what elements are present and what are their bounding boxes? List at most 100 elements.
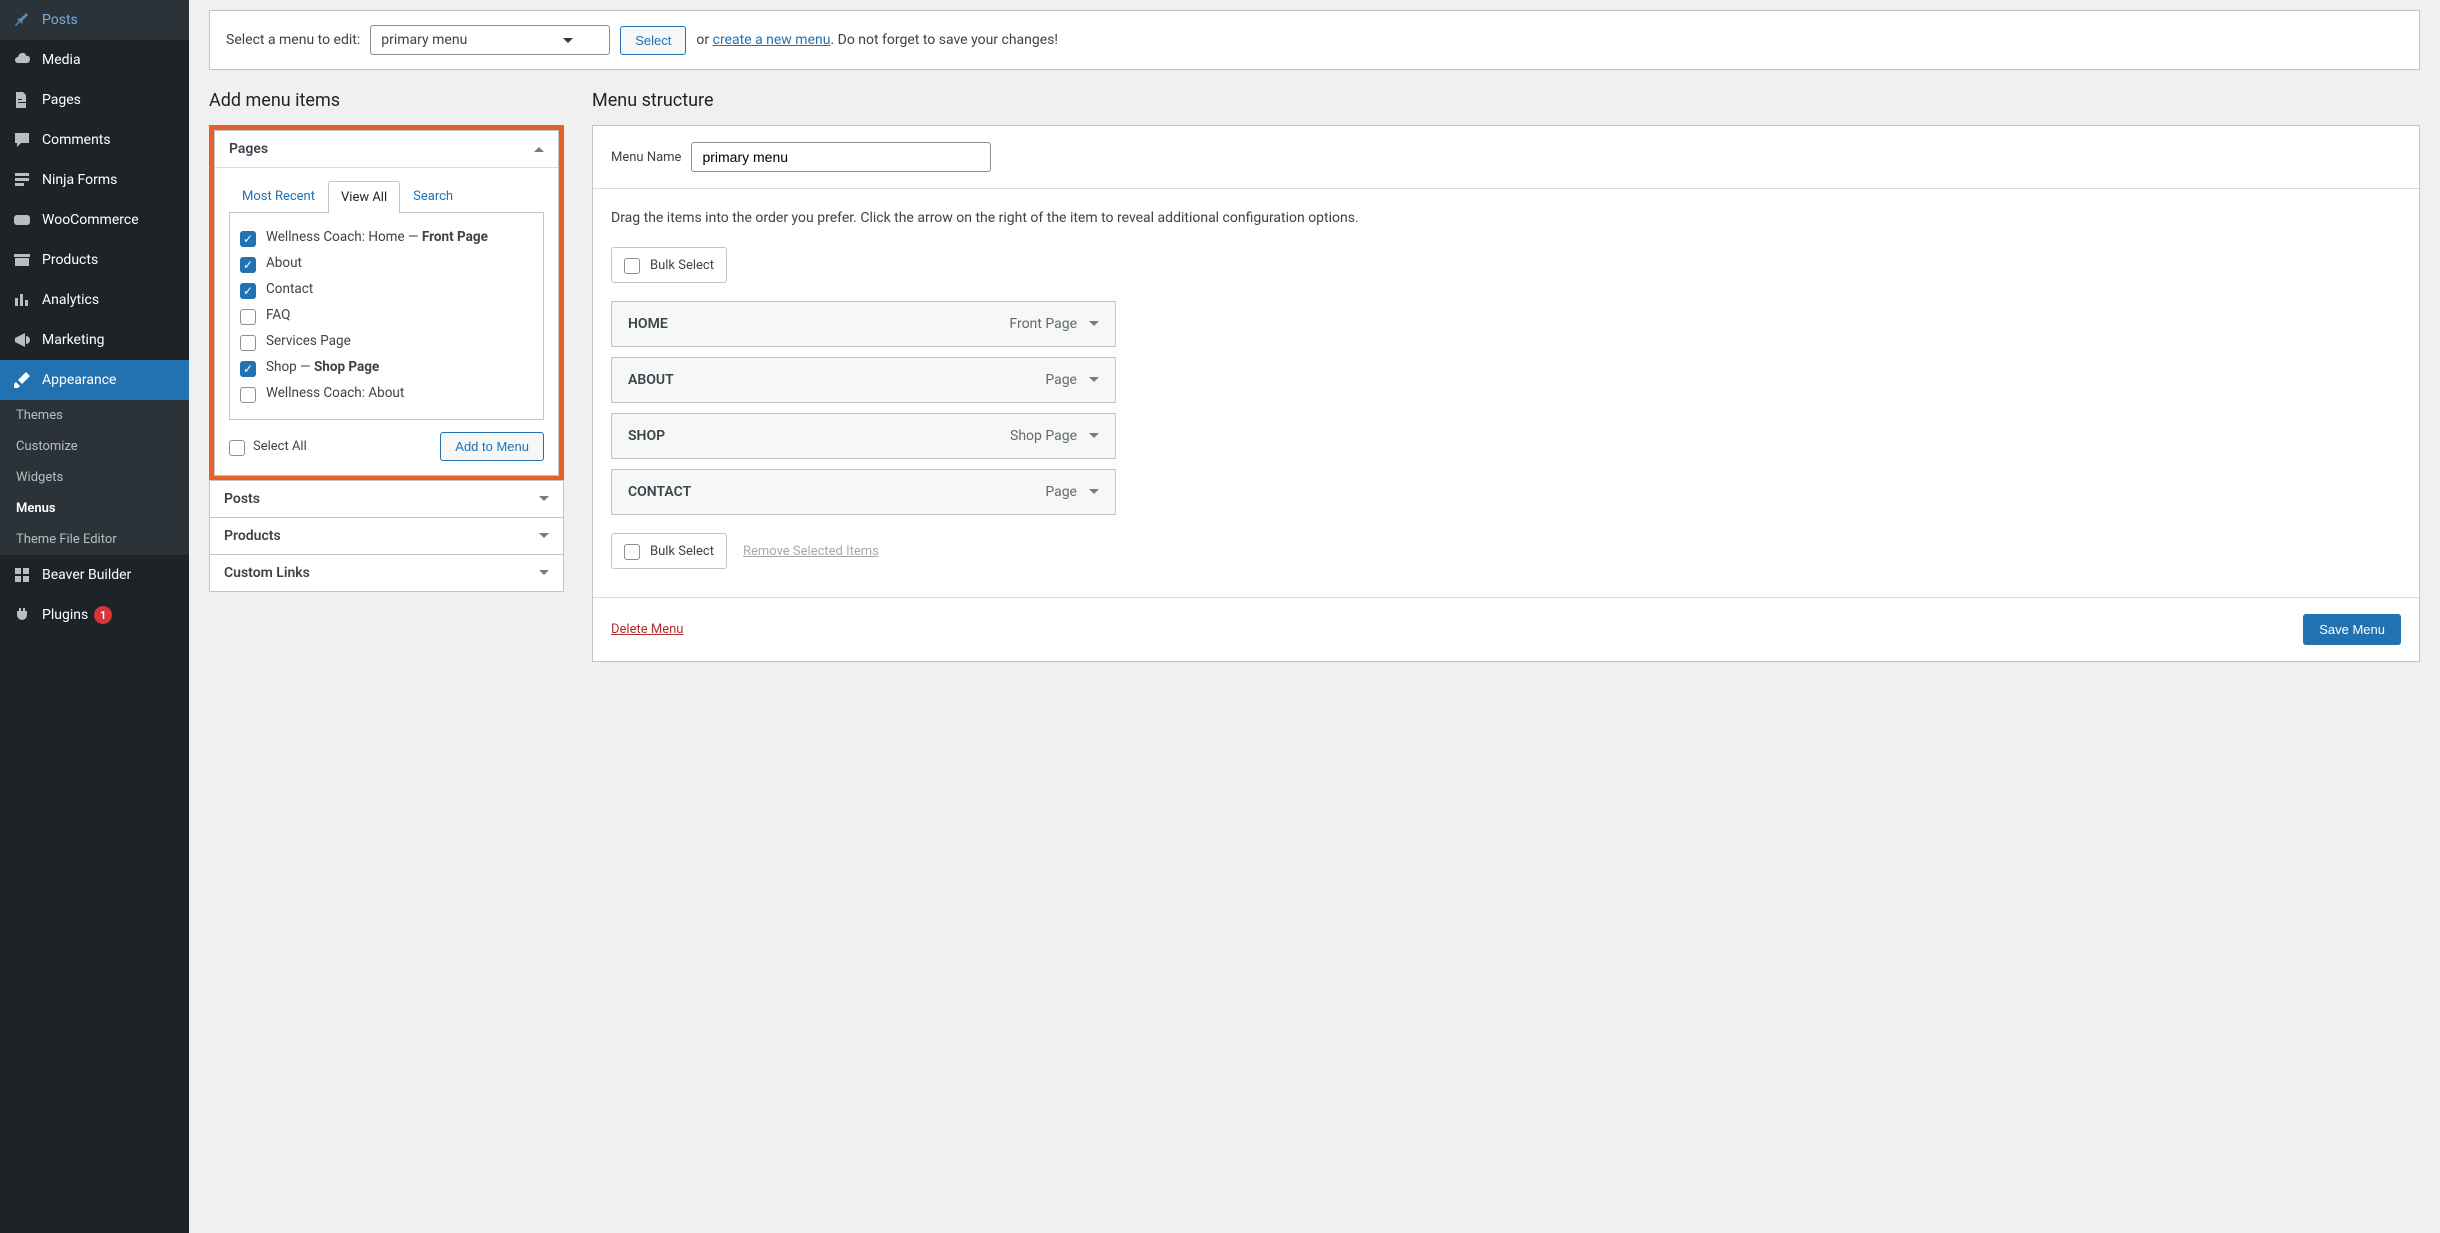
sidebar-item-label: Marketing bbox=[42, 332, 105, 348]
analytics-icon bbox=[12, 290, 32, 310]
sidebar-item-label: Analytics bbox=[42, 292, 99, 308]
pages-accordion-header[interactable]: Pages bbox=[215, 131, 558, 167]
chevron-down-icon[interactable] bbox=[1089, 377, 1099, 387]
page-checkbox[interactable] bbox=[240, 335, 256, 351]
plug-icon bbox=[12, 605, 32, 625]
submenu-menus[interactable]: Menus bbox=[0, 493, 189, 524]
menu-item[interactable]: ABOUT Page bbox=[611, 357, 1116, 403]
select-all-checkbox[interactable] bbox=[229, 440, 245, 456]
posts-accordion-header[interactable]: Posts bbox=[210, 481, 563, 517]
chevron-down-icon[interactable] bbox=[1089, 433, 1099, 443]
sidebar-item-label: Products bbox=[42, 252, 98, 268]
create-new-menu-link[interactable]: create a new menu bbox=[713, 32, 831, 48]
menu-item-type: Page bbox=[1045, 372, 1077, 388]
submenu-theme-file-editor[interactable]: Theme File Editor bbox=[0, 524, 189, 555]
products-accordion-header[interactable]: Products bbox=[210, 518, 563, 554]
menu-item-type: Shop Page bbox=[1010, 428, 1077, 444]
menu-item-title: SHOP bbox=[628, 428, 665, 444]
save-menu-button[interactable]: Save Menu bbox=[2303, 614, 2401, 645]
chevron-down-icon bbox=[539, 570, 549, 580]
chevron-down-icon[interactable] bbox=[1089, 489, 1099, 499]
sidebar-item-label: Plugins bbox=[42, 607, 88, 623]
select-menu-label: Select a menu to edit: bbox=[226, 32, 360, 48]
page-label: Wellness Coach: Home — Front Page bbox=[266, 229, 533, 245]
custom-links-accordion-header[interactable]: Custom Links bbox=[210, 555, 563, 591]
comments-icon bbox=[12, 130, 32, 150]
sidebar-item-label: Pages bbox=[42, 92, 81, 108]
tab-most-recent[interactable]: Most Recent bbox=[229, 180, 328, 212]
sidebar-item-label: Appearance bbox=[42, 372, 116, 388]
menu-name-input[interactable] bbox=[691, 142, 991, 172]
sidebar-item-posts[interactable]: Posts bbox=[0, 0, 189, 40]
page-item: FAQ bbox=[240, 303, 533, 329]
chevron-down-icon[interactable] bbox=[1089, 321, 1099, 331]
menu-item[interactable]: SHOP Shop Page bbox=[611, 413, 1116, 459]
page-label: Services Page bbox=[266, 333, 533, 349]
tab-view-all[interactable]: View All bbox=[328, 181, 400, 213]
add-menu-items-title: Add menu items bbox=[209, 90, 564, 111]
add-menu-items-column: Add menu items Pages Most Recent View Al… bbox=[209, 90, 564, 591]
submenu-customize[interactable]: Customize bbox=[0, 431, 189, 462]
woo-icon bbox=[12, 210, 32, 230]
grid-icon bbox=[12, 565, 32, 585]
bulk-select-checkbox[interactable] bbox=[624, 544, 640, 560]
sidebar-item-products[interactable]: Products bbox=[0, 240, 189, 280]
page-label: Wellness Coach: About bbox=[266, 385, 533, 401]
sidebar-item-media[interactable]: Media bbox=[0, 40, 189, 80]
megaphone-icon bbox=[12, 330, 32, 350]
bulk-select-checkbox[interactable] bbox=[624, 258, 640, 274]
pages-icon bbox=[12, 90, 32, 110]
media-icon bbox=[12, 50, 32, 70]
page-checkbox[interactable] bbox=[240, 309, 256, 325]
menu-select-dropdown[interactable]: primary menu bbox=[370, 25, 610, 55]
page-checkbox[interactable] bbox=[240, 361, 256, 377]
sidebar-item-label: Media bbox=[42, 52, 81, 68]
remove-selected-link: Remove Selected Items bbox=[743, 544, 879, 559]
menu-select-bar: Select a menu to edit: primary menu Sele… bbox=[209, 10, 2420, 70]
menu-items-list: HOME Front Page ABOUT Page bbox=[611, 301, 1116, 515]
page-checkbox[interactable] bbox=[240, 387, 256, 403]
sidebar-item-analytics[interactable]: Analytics bbox=[0, 280, 189, 320]
sidebar-item-ninja-forms[interactable]: Ninja Forms bbox=[0, 160, 189, 200]
page-label: Contact bbox=[266, 281, 533, 297]
menu-item[interactable]: CONTACT Page bbox=[611, 469, 1116, 515]
sidebar-item-woocommerce[interactable]: WooCommerce bbox=[0, 200, 189, 240]
sidebar-item-marketing[interactable]: Marketing bbox=[0, 320, 189, 360]
dropdown-value: primary menu bbox=[381, 32, 467, 48]
page-checkbox[interactable] bbox=[240, 257, 256, 273]
pages-accordion: Pages Most Recent View All Search bbox=[214, 130, 559, 476]
bulk-select-top[interactable]: Bulk Select bbox=[611, 247, 727, 283]
page-label: About bbox=[266, 255, 533, 271]
menu-editor-box: Menu Name Drag the items into the order … bbox=[592, 125, 2420, 662]
menu-name-row: Menu Name bbox=[593, 126, 2419, 189]
page-checkbox[interactable] bbox=[240, 231, 256, 247]
tab-search[interactable]: Search bbox=[400, 180, 466, 212]
page-checkbox[interactable] bbox=[240, 283, 256, 299]
sidebar-item-appearance[interactable]: Appearance bbox=[0, 360, 189, 400]
add-to-menu-button[interactable]: Add to Menu bbox=[440, 432, 544, 461]
sidebar-item-pages[interactable]: Pages bbox=[0, 80, 189, 120]
select-button[interactable]: Select bbox=[620, 26, 686, 55]
menu-item[interactable]: HOME Front Page bbox=[611, 301, 1116, 347]
sidebar-item-beaver-builder[interactable]: Beaver Builder bbox=[0, 555, 189, 595]
page-item: About bbox=[240, 251, 533, 277]
select-all-row[interactable]: Select All bbox=[229, 438, 307, 456]
page-label: Shop — Shop Page bbox=[266, 359, 533, 375]
menu-item-type: Page bbox=[1045, 484, 1077, 500]
appearance-submenu: Themes Customize Widgets Menus Theme Fil… bbox=[0, 400, 189, 555]
page-item: Services Page bbox=[240, 329, 533, 355]
sidebar-item-plugins[interactable]: Plugins 1 bbox=[0, 595, 189, 635]
sidebar-item-label: WooCommerce bbox=[42, 212, 139, 228]
products-accordion: Products bbox=[209, 517, 564, 555]
main-content: Select a menu to edit: primary menu Sele… bbox=[189, 0, 2440, 1233]
submenu-themes[interactable]: Themes bbox=[0, 400, 189, 431]
bulk-select-bottom[interactable]: Bulk Select bbox=[611, 533, 727, 569]
submenu-widgets[interactable]: Widgets bbox=[0, 462, 189, 493]
delete-menu-link[interactable]: Delete Menu bbox=[611, 622, 683, 637]
sidebar-item-comments[interactable]: Comments bbox=[0, 120, 189, 160]
menu-item-title: CONTACT bbox=[628, 484, 691, 500]
admin-sidebar: Posts Media Pages Comments Ninja Forms bbox=[0, 0, 189, 1233]
chevron-up-icon bbox=[534, 142, 544, 152]
accordion-title: Custom Links bbox=[224, 565, 310, 581]
accordion-title: Pages bbox=[229, 141, 268, 157]
